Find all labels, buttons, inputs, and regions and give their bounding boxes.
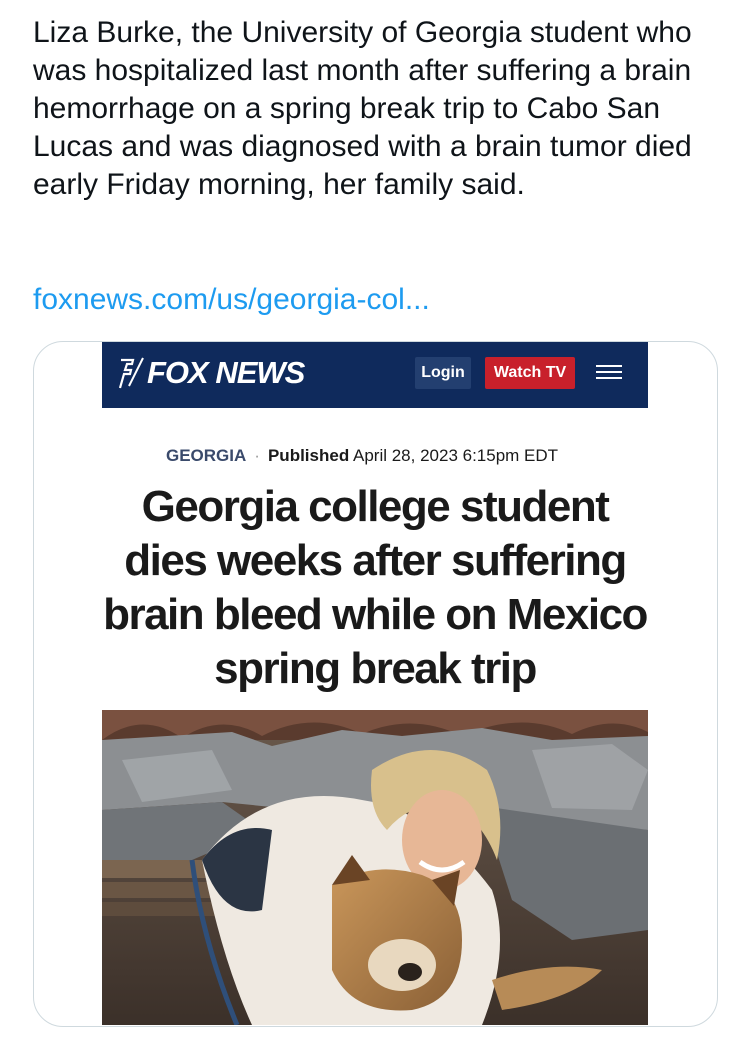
post-text: Liza Burke, the University of Georgia st…: [33, 16, 692, 201]
published-date: April 28, 2023 6:15pm EDT: [353, 446, 559, 465]
fox-news-navbar: FOX NEWS Login Watch TV: [102, 342, 648, 408]
fox-news-logo-mark-icon: [119, 357, 144, 389]
fox-news-logo-text: FOX NEWS: [147, 355, 305, 390]
article-headline: Georgia college student dies weeks after…: [103, 482, 648, 693]
category-label[interactable]: GEORGIA: [166, 446, 246, 465]
article-screenshot: FOX NEWS Login Watch TV GEORGIA · Publishe…: [102, 342, 648, 1025]
fox-news-logo[interactable]: FOX NEWS: [119, 353, 305, 393]
article-photo: [102, 710, 648, 1025]
article-link[interactable]: foxnews.com/us/georgia-col...: [33, 281, 430, 319]
watch-tv-button[interactable]: Watch TV: [485, 357, 575, 389]
meta-separator: ·: [254, 446, 260, 465]
article-meta: GEORGIA · Published April 28, 2023 6:15pm …: [166, 446, 636, 466]
hamburger-menu-icon[interactable]: [596, 362, 622, 382]
login-button[interactable]: Login: [415, 357, 471, 389]
published-label: Published: [267, 446, 350, 465]
